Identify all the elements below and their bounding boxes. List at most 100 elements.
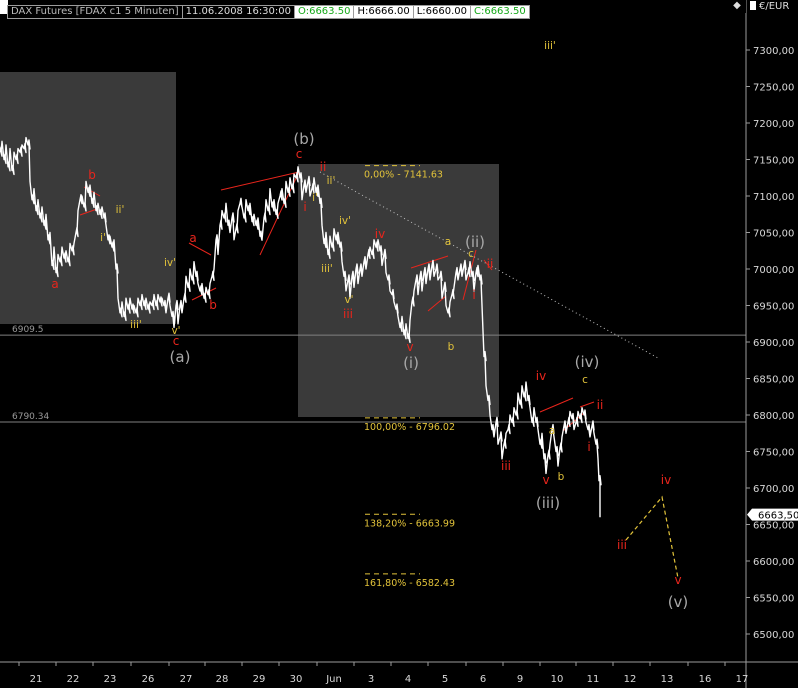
shaded-boxes: [0, 72, 499, 417]
x-tick-label-11: 5: [442, 674, 448, 685]
x-tick-label-18: 16: [699, 674, 712, 685]
x-tick-label-12: 6: [480, 674, 486, 685]
y-tick-label-1: 7250,00: [753, 83, 794, 94]
last-price-label: 6663,50: [758, 511, 798, 522]
wave-label-gray-6: (v): [668, 593, 689, 611]
x-tick-label-9: 3: [368, 674, 374, 685]
wave-label-red-8: iii: [343, 307, 353, 321]
price-chart[interactable]: 6909.5 6790.34 0,00% - 7141.63 100,00% - 6…: [0, 0, 798, 688]
x-tick-label-0: 21: [30, 674, 43, 685]
wave-label-red-3: a: [189, 231, 196, 245]
y-tick-label-8: 6900,00: [753, 338, 794, 349]
high-value: H:6666.00: [353, 5, 414, 19]
wave-label-yellow-6: ii': [327, 175, 336, 187]
hline-label-0: 6909.5: [12, 325, 44, 335]
y-tick-label-3: 7150,00: [753, 156, 794, 167]
x-tick-label-19: 17: [736, 674, 749, 685]
x-tick-label-5: 28: [216, 674, 229, 685]
hline-label-1: 6790.34: [12, 412, 49, 422]
wave-label-yellow-9: iii': [321, 263, 333, 275]
wave-label-red-1: b: [88, 168, 96, 182]
x-tick-label-16: 12: [624, 674, 637, 685]
y-tick-label-16: 6500,00: [753, 630, 794, 641]
wave-label-yellow-5: iii': [544, 40, 556, 52]
wave-line-10: [539, 397, 574, 413]
wave-label-yellow-1: i': [100, 232, 106, 244]
y-tick-label-14: 6600,00: [753, 557, 794, 568]
fib-label-2: 138,20% - 6663.99: [364, 518, 455, 529]
wave-label-red-0: a: [51, 277, 58, 291]
wave-label-yellow-8: iv': [339, 215, 351, 227]
wave-label-red-17: i: [587, 440, 590, 454]
wave-label-red-12: i: [472, 288, 475, 302]
wave-label-yellow-4: v': [171, 325, 180, 337]
wave-label-gray-0: (a): [170, 348, 191, 366]
wave-label-red-16: ii: [597, 398, 604, 412]
fib-label-1: 100,00% - 6796.02: [364, 422, 455, 433]
y-tick-label-0: 7300,00: [753, 46, 794, 57]
wave-label-red-20: v: [674, 573, 681, 587]
wave-label-yellow-2: iv': [164, 257, 176, 269]
y-tick-label-9: 6850,00: [753, 375, 794, 386]
wave-label-yellow-10: v': [344, 294, 353, 306]
price-axis-unit: €/EUR: [747, 0, 798, 13]
wave-label-gray-4: (iii): [536, 494, 560, 512]
open-value: O:6663.50: [294, 5, 355, 19]
chart-header: DAX Futures [FDAX c1 5 Minuten] 11.06.200…: [0, 0, 746, 19]
wave-label-red-10: v: [406, 340, 413, 354]
x-tick-label-7: 30: [290, 674, 303, 685]
wave-label-gray-1: (b): [293, 130, 314, 148]
wave-label-red-11: ii: [487, 257, 494, 271]
x-tick-label-3: 26: [142, 674, 155, 685]
wave-line-12: [579, 401, 595, 408]
wave-label-gray-3: (ii): [465, 233, 485, 251]
wave-label-yellow-15: b: [558, 471, 565, 483]
low-value: L:6660.00: [412, 5, 471, 19]
y-tick-label-6: 7000,00: [753, 265, 794, 276]
wave-label-red-13: iii: [501, 459, 511, 473]
unit-checkbox[interactable]: [750, 1, 756, 10]
wave-label-red-9: iv: [375, 227, 385, 241]
y-tick-label-10: 6800,00: [753, 411, 794, 422]
diamond-icon[interactable]: ◆: [728, 0, 746, 13]
y-tick-label-11: 6750,00: [753, 448, 794, 459]
unit-label: €/EUR: [759, 1, 790, 12]
wave-label-yellow-11: a: [445, 236, 451, 248]
wave-label-red-4: b: [209, 298, 217, 312]
wave-label-red-6: ii: [320, 160, 327, 174]
wave-label-yellow-7: i': [312, 192, 318, 204]
y-tick-label-2: 7200,00: [753, 119, 794, 130]
x-tick-label-14: 10: [551, 674, 564, 685]
x-tick-label-15: 11: [587, 674, 600, 685]
shaded-box-right: [298, 164, 499, 417]
datetime-label: 11.06.2008 16:30:00: [181, 5, 296, 19]
x-tick-label-1: 22: [67, 674, 80, 685]
y-tick-label-5: 7050,00: [753, 229, 794, 240]
wave-label-red-14: v: [542, 473, 549, 487]
wave-label-yellow-14: a: [549, 425, 555, 437]
x-tick-label-8: Jun: [325, 674, 342, 685]
x-tick-label-2: 23: [104, 674, 117, 685]
projected-wave-path: [625, 495, 679, 579]
wave-label-yellow-3: iii': [130, 319, 142, 331]
close-value: C:6663.50: [469, 5, 530, 19]
wave-label-red-18: iii: [617, 538, 627, 552]
x-tick-label-6: 29: [253, 674, 266, 685]
wave-label-yellow-16: c: [582, 374, 588, 386]
wave-label-yellow-12: b: [448, 341, 455, 353]
wave-label-red-7: i: [303, 200, 306, 214]
y-tick-label-4: 7100,00: [753, 192, 794, 203]
y-tick-label-13: 6650,00: [753, 521, 794, 532]
x-tick-label-17: 13: [661, 674, 674, 685]
wave-label-red-5: c: [296, 147, 303, 161]
wave-label-yellow-0: ii': [116, 204, 125, 216]
y-tick-label-12: 6700,00: [753, 484, 794, 495]
fib-label-0: 0,00% - 7141.63: [364, 170, 443, 181]
shaded-box-left: [0, 72, 176, 324]
x-tick-label-10: 4: [405, 674, 411, 685]
wave-label-gray-5: (iv): [575, 353, 600, 371]
fib-label-3: 161,80% - 6582.43: [364, 578, 455, 589]
wave-label-gray-2: (i): [403, 354, 419, 372]
x-tick-label-4: 27: [180, 674, 193, 685]
wave-label-red-15: iv: [536, 369, 546, 383]
